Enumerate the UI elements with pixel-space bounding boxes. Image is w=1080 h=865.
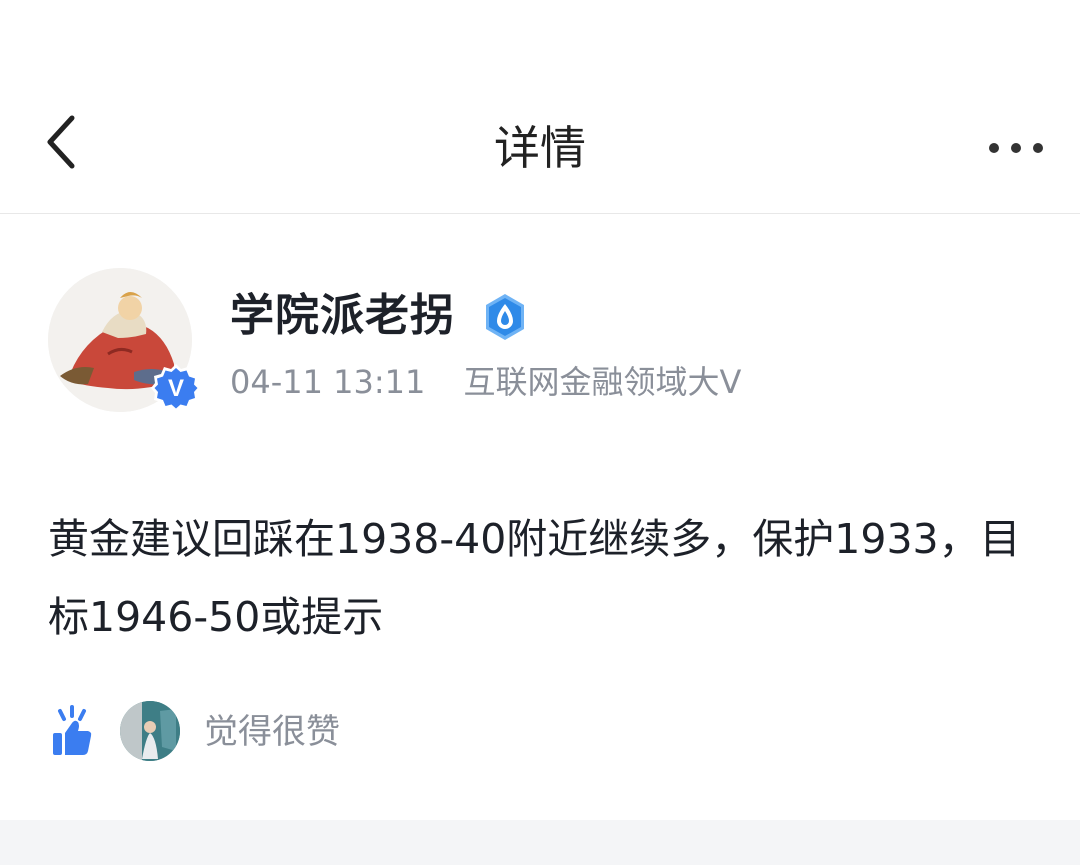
post-content: 黄金建议回踩在1938-40附近继续多，保护1933，目标1946-50或提示 [48, 515, 1021, 641]
more-options-button[interactable] [978, 128, 1058, 168]
page-title: 详情 [494, 121, 586, 175]
navigation-bar: 详情 [0, 0, 1080, 214]
water-drop-badge-icon [482, 292, 528, 342]
section-divider [0, 820, 1080, 865]
author-tag: 互联网金融领域大V [463, 363, 742, 401]
post-meta: 04-11 13:11 互联网金融领域大V [230, 360, 741, 404]
verified-v-badge-icon: V [150, 362, 202, 414]
verified-mark: V [168, 375, 184, 402]
liker-avatar[interactable] [120, 701, 180, 761]
thumbs-up-icon[interactable] [50, 703, 94, 759]
post-time: 04-11 13:11 [230, 363, 426, 401]
ellipsis-icon [989, 143, 1043, 153]
like-summary-text: 觉得很赞 [204, 712, 340, 752]
author-name[interactable]: 学院派老拐 [230, 286, 455, 346]
